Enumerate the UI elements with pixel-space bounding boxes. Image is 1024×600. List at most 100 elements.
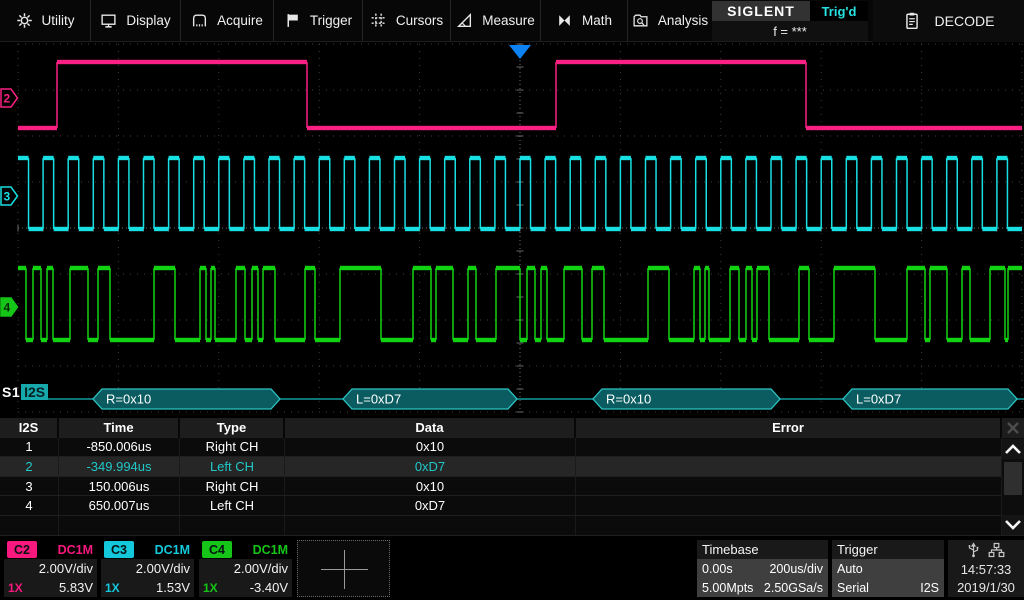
- decode-bubble-label: R=0x10: [606, 392, 651, 407]
- trace-segment: [118, 156, 129, 160]
- trace-segment: [57, 60, 307, 64]
- menu-acquire[interactable]: Acquire: [181, 0, 274, 41]
- trace-segment: [420, 156, 431, 160]
- flag-icon: [284, 12, 301, 29]
- trace-segment: [556, 60, 806, 64]
- trace-segment: [581, 227, 596, 231]
- menu-measure[interactable]: Measure: [451, 0, 541, 41]
- cursors-icon: [370, 12, 387, 29]
- brand-logo: SIGLENT: [712, 1, 810, 21]
- clock-time: 14:57:33: [961, 562, 1012, 577]
- trace-segment: [413, 266, 431, 270]
- decode-result-table: I2STimeTypeDataError1-850.006usRight CH0…: [0, 418, 1024, 536]
- lan-icon: [988, 542, 1005, 558]
- column-header: Error: [576, 418, 1002, 438]
- trace-segment: [756, 227, 771, 231]
- trace-segment: [970, 338, 990, 342]
- trace-segment: [229, 227, 244, 231]
- table-row[interactable]: 3150.006usRight CH0x10: [0, 477, 1024, 497]
- trace-segment: [656, 227, 671, 231]
- table-close-button[interactable]: [1002, 418, 1024, 438]
- trace-segment: [436, 266, 453, 270]
- trigger-mode: Auto: [837, 562, 863, 576]
- c2-offset: 5.83V: [59, 580, 93, 595]
- trace-segment: [219, 156, 230, 160]
- table-cell: [285, 516, 576, 535]
- table-cell: 0x10: [285, 477, 576, 496]
- decode-bubble-label: L=0xD7: [356, 392, 401, 407]
- table-cell: 0xD7: [285, 457, 576, 476]
- table-row[interactable]: 2-349.994usLeft CH0xD7: [0, 457, 1024, 477]
- c4-badge: C4: [202, 541, 232, 558]
- trace-segment: [275, 338, 305, 342]
- trace-segment: [98, 266, 110, 270]
- trace-segment: [29, 227, 44, 231]
- trace-segment: [252, 266, 258, 270]
- trace-segment: [315, 338, 340, 342]
- trace-segment: [495, 156, 506, 160]
- menu-cursors[interactable]: Cursors: [363, 0, 451, 41]
- trace-segment: [769, 338, 799, 342]
- menu-measure-label: Measure: [482, 13, 535, 28]
- scrollbar-thumb[interactable]: [1004, 462, 1022, 495]
- trace-segment: [1007, 227, 1022, 231]
- c2-probe: 1X: [8, 581, 23, 595]
- channel-marker-label: 4: [4, 301, 11, 315]
- trace-segment: [957, 227, 972, 231]
- trace-segment: [369, 156, 380, 160]
- table-row[interactable]: [0, 516, 1024, 536]
- trace-segment: [592, 266, 604, 270]
- table-cell: 650.007us: [59, 496, 180, 515]
- table-cell: [576, 438, 1002, 457]
- menu-display[interactable]: Display: [91, 0, 181, 41]
- trace-segment: [43, 156, 54, 160]
- trace-segment: [932, 227, 947, 231]
- timebase-box[interactable]: Timebase 0.00s 200us/div 5.00Mpts 2.50GS…: [697, 540, 828, 597]
- table-cell: -349.994us: [59, 457, 180, 476]
- trace-segment: [947, 156, 958, 160]
- trace-segment: [355, 227, 370, 231]
- menu-analysis[interactable]: Analysis: [628, 0, 712, 41]
- scroll-up-button[interactable]: [1002, 439, 1024, 459]
- channel-box-c4[interactable]: C4 DC1M 2.00V/div 1X -3.40V: [199, 540, 292, 597]
- table-row[interactable]: 4650.007usLeft CH0xD7: [0, 496, 1024, 516]
- trigger-box[interactable]: Trigger Auto Serial I2S: [832, 540, 944, 597]
- trigger-position-marker[interactable]: [509, 45, 531, 59]
- bus-source: S1: [2, 384, 20, 400]
- gear-icon: [16, 12, 33, 29]
- scroll-down-button[interactable]: [1002, 515, 1024, 535]
- trace-segment: [771, 156, 782, 160]
- trace-segment: [535, 338, 541, 342]
- menu-cursors-label: Cursors: [396, 13, 443, 28]
- channel-box-c2[interactable]: C2 DC1M 2.00V/div 1X 5.83V: [4, 540, 97, 597]
- trace-segment: [496, 266, 520, 270]
- trace-segment: [129, 227, 144, 231]
- trace-segment: [646, 156, 657, 160]
- c3-offset: 1.53V: [156, 580, 190, 595]
- trigger-protocol: I2S: [920, 581, 939, 595]
- menu-trigger[interactable]: Trigger: [274, 0, 363, 41]
- timebase-samplerate: 2.50GSa/s: [764, 581, 823, 595]
- c3-probe: 1X: [105, 581, 120, 595]
- trace-segment: [395, 156, 406, 160]
- table-row[interactable]: 1-850.006usRight CH0x10: [0, 438, 1024, 458]
- trace-segment: [696, 156, 707, 160]
- decode-bus-label[interactable]: S1 I2S: [2, 384, 48, 400]
- trace-segment: [179, 227, 194, 231]
- trace-segment: [18, 266, 26, 270]
- menu-math[interactable]: Math: [541, 0, 628, 41]
- channel-box-c3[interactable]: C3 DC1M 2.00V/div 1X 1.53V: [101, 540, 194, 597]
- trace-segment: [547, 338, 564, 342]
- decode-tab[interactable]: DECODE: [873, 0, 1024, 42]
- trace-segment: [18, 156, 29, 160]
- chevron-down-icon: [1004, 519, 1022, 531]
- trace-segment: [305, 227, 320, 231]
- trace-segment: [871, 156, 882, 160]
- trace-segment: [520, 156, 531, 160]
- trace-segment: [648, 266, 669, 270]
- add-channel-box[interactable]: [297, 540, 390, 597]
- timebase-scale: 200us/div: [769, 562, 823, 576]
- menu-utility[interactable]: Utility: [0, 0, 91, 41]
- usb-icon: [967, 542, 980, 558]
- c4-scale: 2.00V/div: [199, 559, 292, 578]
